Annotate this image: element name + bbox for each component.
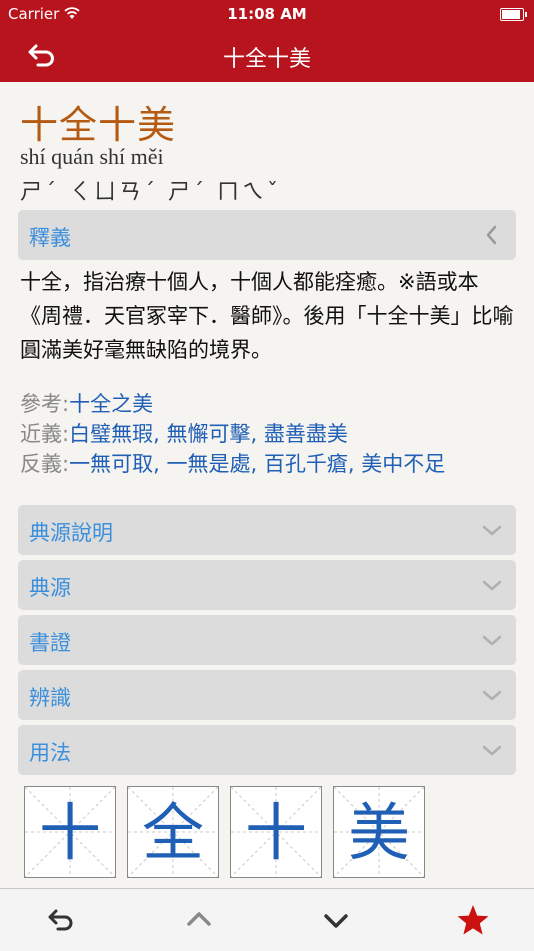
battery-icon xyxy=(500,8,527,21)
separator: , xyxy=(250,452,258,476)
reference-link[interactable]: 十全之美 xyxy=(69,392,153,416)
star-icon[interactable] xyxy=(455,903,491,937)
definition-text: 十全，指治療十個人，十個人都能痊癒。※語或本《周禮．天官冢宰下．醫師》。後用「十… xyxy=(20,270,514,362)
chevron-down-icon xyxy=(482,690,502,701)
antonym-link[interactable]: 一無可取 xyxy=(69,452,153,476)
entry-content: 十全十美 shí quán shí měi ㄕˊ ㄑㄩㄢˊ ㄕˊ ㄇㄟˇ 釋義 … xyxy=(0,82,534,888)
synonym-label: 近義: xyxy=(20,422,70,446)
character-card[interactable]: 十 xyxy=(24,786,116,878)
nav-bar: 十全十美 xyxy=(0,30,534,82)
section-source[interactable]: 典源 xyxy=(18,560,516,610)
antonym-link[interactable]: 百孔千瘡 xyxy=(264,452,348,476)
section-label: 典源說明 xyxy=(29,521,113,545)
headword: 十全十美 xyxy=(20,103,177,147)
page-title: 十全十美 xyxy=(222,47,311,72)
section-citations[interactable]: 書證 xyxy=(18,615,516,665)
section-label: 用法 xyxy=(29,741,71,765)
chevron-down-icon xyxy=(482,580,502,591)
separator: , xyxy=(250,422,258,446)
antonym-link[interactable]: 一無是處 xyxy=(166,452,250,476)
antonym-link[interactable]: 美中不足 xyxy=(361,452,445,476)
separator: , xyxy=(153,452,160,476)
synonym-link[interactable]: 無懈可擊 xyxy=(166,422,250,446)
antonym-row: 反義:一無可取, 一無是處, 百孔千瘡, 美中不足 xyxy=(20,449,520,479)
related-terms: 參考:十全之美 近義:白璧無瑕, 無懈可擊, 盡善盡美 反義:一無可取, 一無是… xyxy=(20,389,520,479)
back-icon[interactable] xyxy=(44,903,80,937)
clock: 11:08 AM xyxy=(227,5,307,23)
reference-row: 參考:十全之美 xyxy=(20,389,520,419)
section-label: 釋義 xyxy=(29,226,71,250)
character-card[interactable]: 十 xyxy=(230,786,322,878)
chevron-left-icon xyxy=(486,225,497,245)
bottom-toolbar xyxy=(0,888,534,951)
reference-label: 參考: xyxy=(20,392,70,416)
synonym-link[interactable]: 白璧無瑕 xyxy=(69,422,153,446)
pinyin: shí quán shí měi xyxy=(20,144,164,169)
section-usage[interactable]: 用法 xyxy=(18,725,516,775)
section-distinction[interactable]: 辨識 xyxy=(18,670,516,720)
character-glyph: 美 xyxy=(347,796,410,869)
synonym-row: 近義:白璧無瑕, 無懈可擊, 盡善盡美 xyxy=(20,419,520,449)
chevron-down-icon xyxy=(482,745,502,756)
status-bar: Carrier 11:08 AM xyxy=(0,0,534,30)
character-glyph: 十 xyxy=(38,796,101,869)
separator: , xyxy=(153,422,160,446)
character-card[interactable]: 全 xyxy=(127,786,219,878)
chevron-down-icon xyxy=(482,525,502,536)
character-glyph: 全 xyxy=(141,796,204,869)
zhuyin: ㄕˊ ㄑㄩㄢˊ ㄕˊ ㄇㄟˇ xyxy=(20,180,281,205)
chevron-down-icon[interactable] xyxy=(318,903,354,937)
section-meaning[interactable]: 釋義 xyxy=(18,210,516,260)
separator: , xyxy=(347,452,355,476)
chevron-up-icon[interactable] xyxy=(181,903,217,937)
section-label: 辨識 xyxy=(29,686,71,710)
section-label: 典源 xyxy=(29,576,71,600)
section-source-note[interactable]: 典源說明 xyxy=(18,505,516,555)
character-card[interactable]: 美 xyxy=(333,786,425,878)
character-glyph: 十 xyxy=(244,796,307,869)
synonym-link[interactable]: 盡善盡美 xyxy=(264,422,348,446)
chevron-down-icon xyxy=(482,635,502,646)
section-label: 書證 xyxy=(29,631,71,655)
antonym-label: 反義: xyxy=(20,452,70,476)
